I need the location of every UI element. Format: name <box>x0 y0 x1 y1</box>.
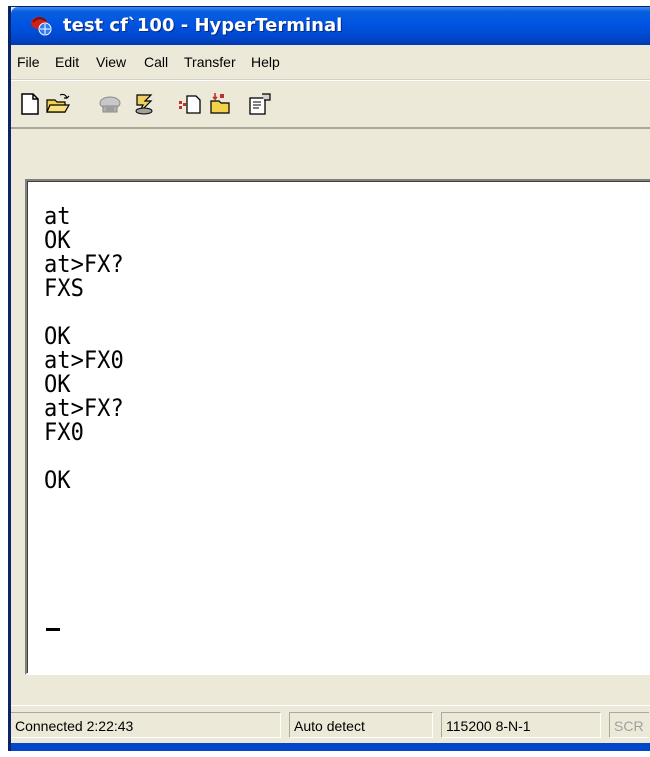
receive-icon[interactable] <box>207 91 233 117</box>
status-port-settings: 115200 8-N-1 <box>441 712 601 738</box>
menu-bar: File Edit View Call Transfer Help <box>11 45 650 80</box>
text-cursor <box>46 628 60 631</box>
title-bar[interactable]: test cf`100 - HyperTerminal <box>11 7 650 45</box>
open-folder-icon[interactable] <box>45 91 71 117</box>
terminal-screen[interactable]: at OK at>FX? FXS OK at>FX0 OK at>FX? FX0… <box>27 181 650 673</box>
hyperterminal-window: test cf`100 - HyperTerminal File Edit Vi… <box>8 6 650 751</box>
terminal-client-area: at OK at>FX? FXS OK at>FX0 OK at>FX? FX0… <box>11 127 650 705</box>
menu-edit[interactable]: Edit <box>55 45 79 79</box>
window-bottom-edge <box>11 743 650 751</box>
terminal-line: FXS <box>44 274 84 302</box>
terminal-line: OK <box>44 466 71 494</box>
call-icon[interactable] <box>97 91 123 117</box>
menu-call[interactable]: Call <box>144 45 168 79</box>
terminal-line: OK <box>44 370 71 398</box>
terminal-output: at OK at>FX? FXS OK at>FX0 OK at>FX? FX0… <box>44 204 124 492</box>
status-detect: Auto detect <box>289 712 433 738</box>
terminal-frame: at OK at>FX? FXS OK at>FX0 OK at>FX? FX0… <box>25 179 650 675</box>
hyperterminal-phone-icon[interactable] <box>29 13 53 37</box>
status-connection: Connected 2:22:43 <box>11 712 281 738</box>
send-icon[interactable] <box>177 91 203 117</box>
status-bar: Connected 2:22:43 Auto detect 115200 8-N… <box>11 705 650 744</box>
menu-view[interactable]: View <box>96 45 126 79</box>
terminal-line: OK <box>44 322 71 350</box>
terminal-line: at>FX? <box>44 394 124 422</box>
terminal-line: at <box>44 202 71 230</box>
window-title: test cf`100 - HyperTerminal <box>63 15 343 36</box>
terminal-line: at>FX? <box>44 250 124 278</box>
menu-transfer[interactable]: Transfer <box>184 45 236 79</box>
menu-file[interactable]: File <box>17 45 40 79</box>
disconnect-icon[interactable] <box>131 91 157 117</box>
terminal-line: at>FX0 <box>44 346 124 374</box>
properties-icon[interactable] <box>247 91 273 117</box>
menu-help[interactable]: Help <box>251 45 280 79</box>
toolbar <box>11 80 650 128</box>
terminal-line: FX0 <box>44 418 84 446</box>
new-document-icon[interactable] <box>17 91 43 117</box>
status-scroll: SCR <box>609 712 649 738</box>
terminal-line: OK <box>44 226 71 254</box>
